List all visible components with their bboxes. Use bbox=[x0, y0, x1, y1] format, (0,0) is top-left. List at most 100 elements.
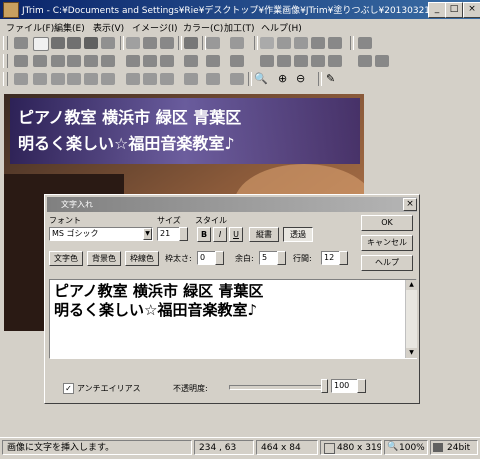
border-color-button[interactable]: 枠線色 bbox=[125, 251, 159, 266]
paint-icon[interactable] bbox=[311, 37, 325, 49]
pencil-icon[interactable] bbox=[160, 73, 174, 85]
new-file-icon[interactable] bbox=[33, 37, 49, 51]
cancel-button[interactable]: キャンセル bbox=[361, 235, 413, 251]
font-select[interactable]: MS ゴシック bbox=[49, 227, 153, 241]
tone-icon[interactable] bbox=[84, 73, 98, 85]
rect-icon[interactable] bbox=[206, 73, 220, 85]
italic-button[interactable]: I bbox=[213, 227, 227, 242]
gamma-icon[interactable] bbox=[206, 55, 220, 67]
menu-image[interactable]: イメージ(I) bbox=[132, 21, 178, 34]
opacity-label: 不透明度: bbox=[173, 384, 208, 393]
vertical-scrollbar[interactable]: ▲ ▼ bbox=[405, 280, 417, 358]
border-width-label: 枠太さ: bbox=[165, 254, 192, 263]
zoom-in-icon[interactable]: ⊕ bbox=[278, 73, 292, 85]
flip-vertical-icon[interactable] bbox=[67, 55, 81, 67]
hand-icon[interactable] bbox=[184, 37, 198, 49]
scroll-down-icon[interactable]: ▼ bbox=[406, 348, 417, 358]
vertical-writing-button[interactable]: 縦書 bbox=[249, 227, 279, 242]
brush-icon[interactable] bbox=[143, 73, 157, 85]
copy-icon[interactable] bbox=[143, 37, 157, 49]
capture-icon[interactable] bbox=[358, 37, 372, 49]
ok-button[interactable]: OK bbox=[361, 215, 413, 231]
open-icon[interactable] bbox=[67, 37, 81, 49]
border-width-spinner[interactable] bbox=[215, 251, 224, 265]
chevron-down-icon[interactable]: ▼ bbox=[143, 228, 152, 240]
maximize-button[interactable]: □ bbox=[445, 2, 463, 18]
text-input-area[interactable]: ピアノ教室 横浜市 緑区 青葉区 明るく楽しい☆福田音楽教室♪ bbox=[49, 279, 417, 359]
line-spacing-label: 行間: bbox=[293, 254, 312, 263]
trim-icon[interactable] bbox=[101, 55, 115, 67]
zoom-out-icon[interactable]: ⊖ bbox=[296, 73, 310, 85]
noise-icon[interactable] bbox=[328, 55, 342, 67]
sepia-icon[interactable] bbox=[143, 55, 157, 67]
text-icon[interactable] bbox=[277, 37, 291, 49]
open-folder-icon[interactable] bbox=[51, 37, 65, 49]
saturation-icon[interactable] bbox=[51, 73, 65, 85]
opacity-spinner[interactable] bbox=[357, 379, 366, 393]
resize-icon[interactable] bbox=[84, 55, 98, 67]
menu-process[interactable]: 加工(T) bbox=[224, 21, 255, 34]
opacity-slider-track[interactable] bbox=[229, 385, 327, 390]
crop-icon[interactable] bbox=[260, 37, 274, 49]
invert-icon[interactable] bbox=[101, 73, 115, 85]
ellipse-icon[interactable] bbox=[294, 37, 308, 49]
cut-icon[interactable] bbox=[126, 37, 140, 49]
color-depth-icon bbox=[433, 443, 443, 452]
antialias-checkbox[interactable]: ✓ bbox=[63, 383, 74, 394]
minimize-button[interactable]: _ bbox=[428, 2, 446, 18]
text-color-button[interactable]: 文字色 bbox=[49, 251, 83, 266]
close-button[interactable]: × bbox=[463, 2, 480, 18]
underline-button[interactable]: U bbox=[229, 227, 243, 242]
margin-label: 余白: bbox=[235, 254, 254, 263]
grayscale-icon[interactable] bbox=[126, 55, 140, 67]
redo-icon[interactable] bbox=[230, 37, 244, 49]
shadow-icon[interactable] bbox=[311, 55, 325, 67]
menu-edit[interactable]: 編集(E) bbox=[54, 21, 85, 34]
print-preview-icon[interactable] bbox=[101, 37, 115, 49]
dialog-close-button[interactable]: × bbox=[403, 198, 417, 211]
fill-icon[interactable] bbox=[230, 73, 244, 85]
sharpen-icon[interactable] bbox=[230, 55, 244, 67]
text-line-1: ピアノ教室 横浜市 緑区 青葉区 bbox=[54, 282, 264, 300]
hue-icon[interactable] bbox=[33, 73, 47, 85]
image-size-icon bbox=[324, 443, 335, 454]
dialog-title-bar: 文字入れ × bbox=[47, 197, 417, 212]
posterize-icon[interactable] bbox=[126, 73, 140, 85]
eyedropper-icon[interactable]: ✎ bbox=[326, 73, 340, 85]
rotate-right-icon[interactable] bbox=[33, 55, 47, 67]
bold-button[interactable]: B bbox=[197, 227, 211, 242]
brightness-icon[interactable] bbox=[160, 55, 174, 67]
filter-icon[interactable] bbox=[375, 55, 389, 67]
rotate-left-icon[interactable] bbox=[14, 55, 28, 67]
mosaic-icon[interactable] bbox=[277, 55, 291, 67]
stamp-icon[interactable] bbox=[328, 37, 342, 49]
line-icon[interactable] bbox=[184, 73, 198, 85]
color-adjust-icon[interactable] bbox=[14, 73, 28, 85]
scroll-up-icon[interactable]: ▲ bbox=[406, 280, 417, 290]
menu-view[interactable]: 表示(V) bbox=[93, 21, 124, 34]
level-icon[interactable] bbox=[67, 73, 81, 85]
size-label: サイズ bbox=[157, 216, 181, 225]
line-spacing-spinner[interactable] bbox=[339, 251, 348, 265]
title-bar: JTrim - C:¥Documents and Settings¥Rie¥デス… bbox=[0, 0, 480, 19]
menu-file[interactable]: ファイル(F) bbox=[6, 21, 54, 34]
contrast-icon[interactable] bbox=[184, 55, 198, 67]
grid-icon[interactable] bbox=[14, 37, 28, 49]
margin-spinner[interactable] bbox=[277, 251, 286, 265]
bg-color-button[interactable]: 背景色 bbox=[87, 251, 121, 266]
toolbar-row-1 bbox=[0, 35, 480, 51]
size-spinner[interactable] bbox=[179, 227, 188, 241]
undo-icon[interactable] bbox=[206, 37, 220, 49]
paste-icon[interactable] bbox=[160, 37, 174, 49]
zoom-icon[interactable]: 🔍 bbox=[254, 73, 268, 85]
effect-icon[interactable] bbox=[358, 55, 372, 67]
save-icon[interactable] bbox=[84, 37, 98, 49]
menu-color[interactable]: カラー(C) bbox=[183, 21, 223, 34]
help-button[interactable]: ヘルプ bbox=[361, 255, 413, 271]
transparent-button[interactable]: 透過 bbox=[283, 227, 313, 242]
opacity-slider-thumb[interactable] bbox=[321, 379, 328, 393]
blur-icon[interactable] bbox=[260, 55, 274, 67]
flip-horizontal-icon[interactable] bbox=[51, 55, 65, 67]
menu-help[interactable]: ヘルプ(H) bbox=[261, 21, 302, 34]
frame-icon[interactable] bbox=[294, 55, 308, 67]
